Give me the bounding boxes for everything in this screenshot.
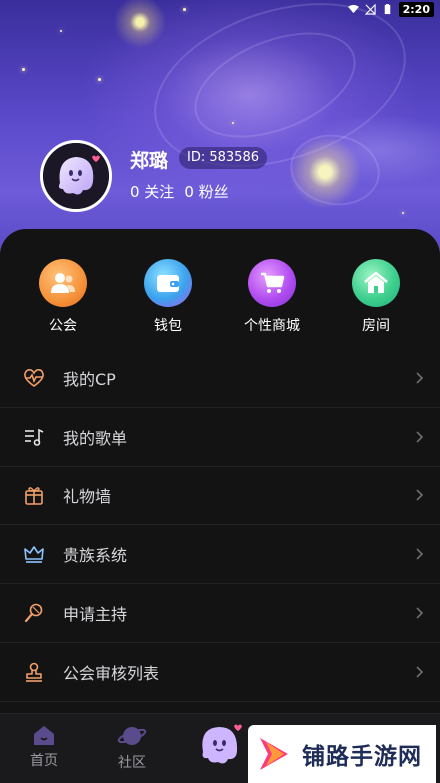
menu-item-my-cp[interactable]: 我的CP: [0, 349, 440, 408]
star: [402, 212, 404, 214]
ghost-avatar-icon: [43, 143, 109, 209]
menu-item-label: 我的歌单: [63, 428, 128, 448]
stamp-icon: [26, 662, 42, 682]
crown-icon: [24, 546, 44, 564]
profile-header: 2:20 郑璐 ID: 583586 0 关注 0 粉丝: [0, 0, 440, 255]
quick-action-shop[interactable]: 个性商城: [217, 259, 327, 335]
quick-action-guild[interactable]: 公会: [8, 259, 118, 335]
quick-action-label: 个性商城: [244, 318, 300, 334]
menu-item-nobility[interactable]: 贵族系统: [0, 525, 440, 585]
star: [183, 8, 186, 11]
wallet-icon: [144, 259, 192, 307]
quick-action-label: 公会: [49, 318, 77, 334]
planet-icon: [117, 727, 147, 745]
user-name: 郑璐: [130, 150, 169, 172]
tab-home[interactable]: 首页: [0, 724, 88, 770]
playlist-icon: [25, 428, 44, 446]
star: [98, 78, 101, 81]
chevron-right-icon: [416, 666, 424, 678]
menu-item-apply-host[interactable]: 申请主持: [0, 584, 440, 643]
star: [22, 68, 25, 71]
wifi-icon: [347, 4, 359, 13]
menu-list: 我的CP 我的歌单 礼物墙 贵族系统 申请主持 公会审核列表: [0, 349, 440, 702]
user-id-badge: ID: 583586: [179, 147, 267, 169]
tab-label: 首页: [30, 753, 58, 769]
menu-item-my-playlist[interactable]: 我的歌单: [0, 408, 440, 467]
microphone-icon: [24, 603, 43, 623]
chevron-right-icon: [416, 431, 424, 443]
star: [232, 122, 234, 124]
tab-community[interactable]: 社区: [88, 724, 176, 772]
shopping-cart-icon: [248, 259, 296, 307]
chevron-right-icon: [416, 372, 424, 384]
quick-action-label: 房间: [362, 318, 390, 334]
watermark: 铺路手游网: [248, 725, 436, 783]
menu-item-label: 申请主持: [63, 605, 128, 625]
avatar[interactable]: [40, 140, 112, 212]
home-icon: [352, 259, 400, 307]
quick-action-wallet[interactable]: 钱包: [113, 259, 223, 335]
battery-icon: [384, 3, 390, 14]
chevron-right-icon: [416, 489, 424, 502]
main-panel: 公会 钱包 个性商城 房间 我的CP 我的歌单 礼物墙 贵族系统 申请主持 公会…: [0, 229, 440, 783]
menu-item-guild-review[interactable]: 公会审核列表: [0, 643, 440, 702]
menu-item-gift-wall[interactable]: 礼物墙: [0, 467, 440, 526]
signal-icon: [364, 3, 376, 15]
fans-count[interactable]: 0 粉丝: [184, 181, 228, 202]
status-time: 2:20: [398, 1, 434, 17]
star: [60, 30, 62, 32]
home-tab-icon: [34, 726, 54, 745]
tab-label: 社区: [118, 755, 146, 771]
quick-action-label: 钱包: [154, 318, 182, 334]
follow-stats: 0 关注 0 粉丝: [130, 181, 229, 202]
menu-item-label: 贵族系统: [63, 546, 128, 566]
watermark-logo-icon: [260, 738, 288, 770]
guild-icon: [39, 259, 87, 307]
ghost-mascot-icon: [202, 724, 242, 764]
following-count[interactable]: 0 关注: [130, 181, 174, 202]
menu-item-label: 公会审核列表: [63, 663, 160, 683]
chevron-right-icon: [416, 607, 424, 619]
menu-item-label: 礼物墙: [63, 487, 112, 507]
menu-item-label: 我的CP: [63, 369, 116, 389]
gift-box-icon: [25, 487, 43, 506]
status-bar: 2:20: [347, 0, 440, 18]
quick-action-room[interactable]: 房间: [321, 259, 431, 335]
chevron-right-icon: [416, 548, 424, 560]
watermark-text: 铺路手游网: [302, 744, 422, 770]
heartbeat-icon: [24, 368, 44, 387]
